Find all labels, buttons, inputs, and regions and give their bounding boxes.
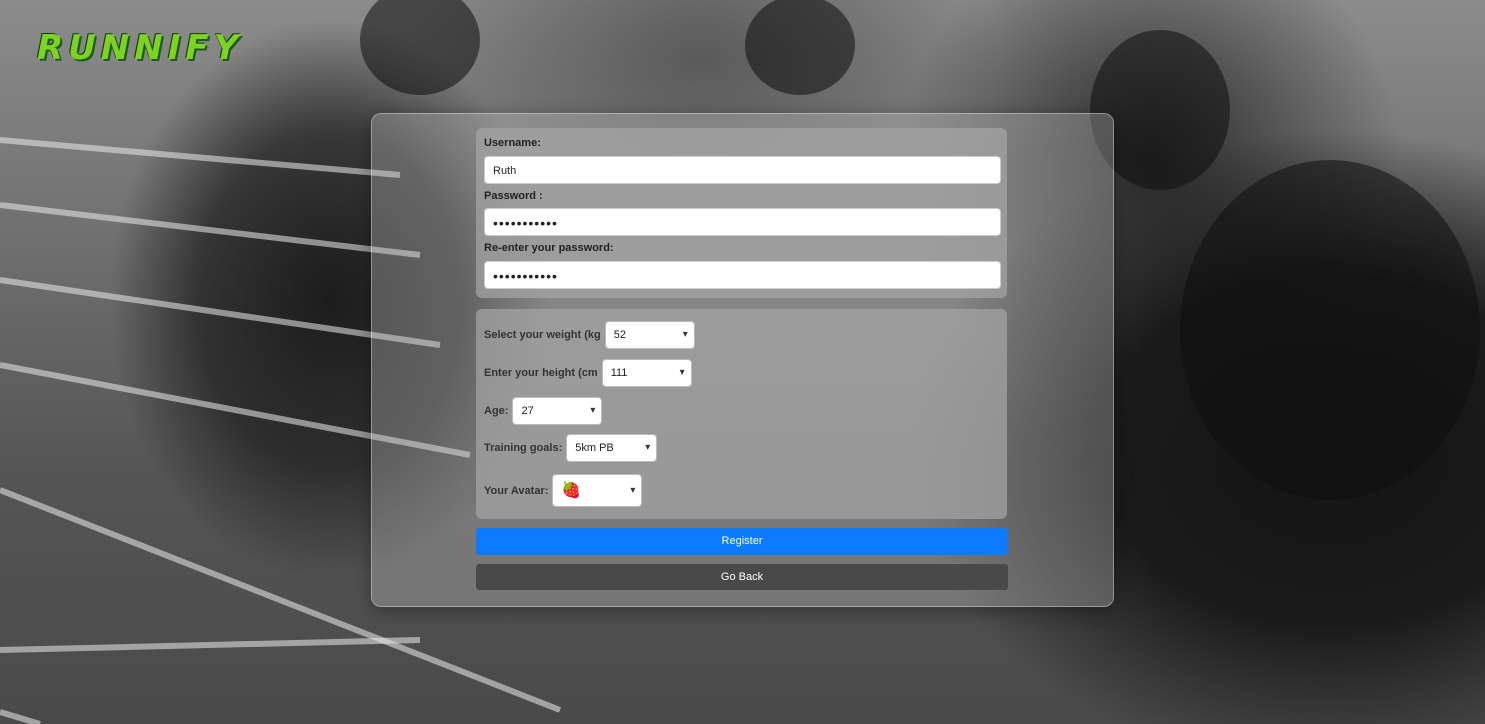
age-value: 27	[521, 405, 534, 417]
strawberry-icon: 🍓	[561, 482, 582, 499]
age-row: Age: 27 ▾	[484, 397, 603, 425]
avatar-label: Your Avatar:	[484, 484, 549, 497]
weight-select[interactable]: 52 ▾	[604, 321, 695, 349]
username-label: Username:	[484, 137, 541, 149]
goals-label: Training goals:	[484, 442, 563, 454]
go-back-button[interactable]: Go Back	[476, 564, 1008, 590]
goals-value: 5km PB	[575, 442, 614, 454]
goals-select[interactable]: 5km PB ▾	[566, 434, 658, 462]
password-label: Password :	[484, 190, 543, 202]
height-select[interactable]: 111 ▾	[601, 359, 692, 387]
chevron-down-icon: ▾	[590, 405, 596, 416]
username-input[interactable]: Ruth	[484, 156, 1001, 184]
avatar-select[interactable]: 🍓 ▾	[552, 474, 643, 507]
weight-value: 52	[613, 329, 626, 341]
chevron-down-icon: ▾	[682, 329, 688, 340]
app-logo[interactable]: RUNNIFY	[37, 28, 243, 68]
chevron-down-icon: ▾	[645, 442, 651, 453]
weight-label: Select your weight (kg	[484, 329, 601, 341]
chevron-down-icon: ▾	[679, 367, 685, 378]
password-input[interactable]: •••••••••••	[484, 208, 1001, 236]
height-row: Enter your height (cm 111 ▾	[484, 359, 692, 387]
goals-row: Training goals: 5km PB ▾	[484, 434, 658, 462]
weight-row: Select your weight (kg 52 ▾	[484, 321, 695, 349]
reenter-password-input[interactable]: •••••••••••	[484, 261, 1001, 289]
avatar-row: Your Avatar: 🍓 ▾	[484, 474, 643, 507]
age-select[interactable]: 27 ▾	[512, 397, 603, 425]
height-value: 111	[610, 367, 628, 379]
register-button[interactable]: Register	[476, 528, 1008, 555]
chevron-down-icon: ▾	[630, 485, 636, 496]
age-label: Age:	[484, 405, 509, 417]
height-label: Enter your height (cm	[484, 367, 598, 379]
reenter-password-label: Re-enter your password:	[484, 242, 614, 254]
